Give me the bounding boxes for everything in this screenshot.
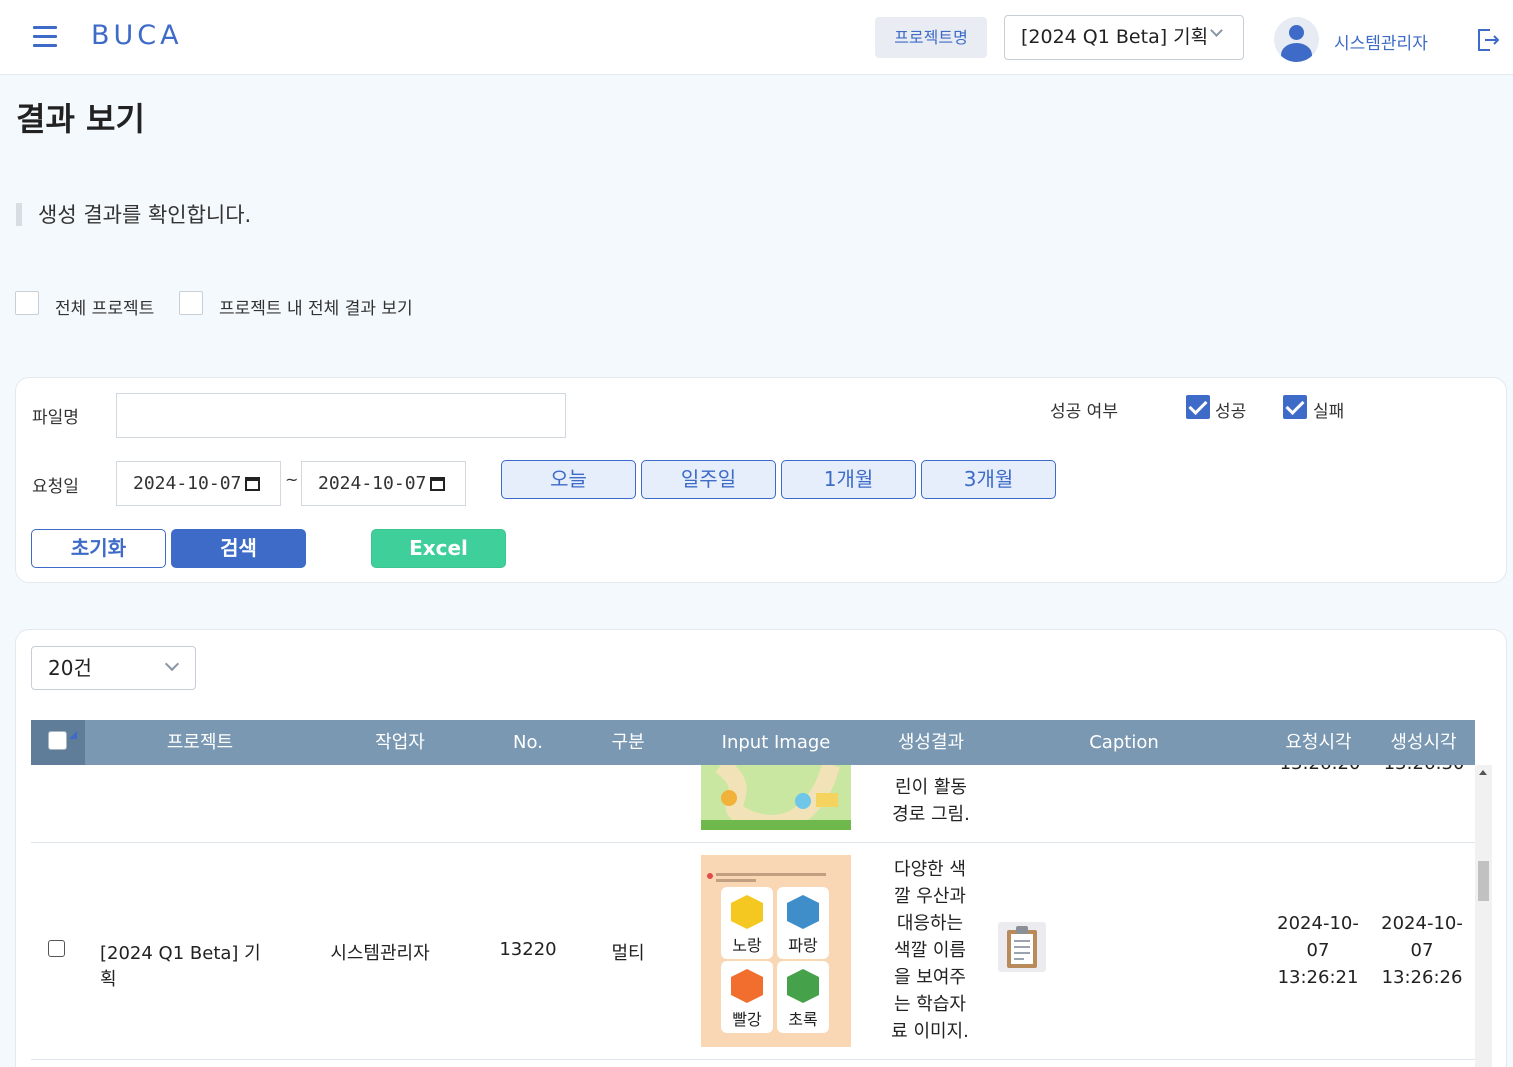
row-worker: 시스템관리자 <box>330 943 430 964</box>
clipboard-icon[interactable] <box>998 922 1046 972</box>
scrollbar-thumb[interactable] <box>1478 861 1489 901</box>
table-header: 프로젝트 작업자 No. 구분 Input Image 생성결과 Caption… <box>31 720 1475 765</box>
generation-result-text: 다양한 색 깔 우산과 대응하는 색깔 이름 을 보여주 는 학습자 료 이미지… <box>891 859 969 1042</box>
row-type: 멀티 <box>611 943 645 964</box>
page-size-value: 20건 <box>48 656 92 680</box>
avatar[interactable] <box>1274 17 1319 62</box>
range-week-button[interactable]: 일주일 <box>641 460 776 499</box>
scroll-up-icon[interactable] <box>1479 770 1487 775</box>
menu-icon[interactable] <box>33 26 57 48</box>
filename-input[interactable] <box>116 393 566 438</box>
row-checkbox[interactable] <box>48 940 65 957</box>
col-project[interactable]: 프로젝트 <box>115 720 285 765</box>
request-time: 2024-10- 07 13:26:21 <box>1277 913 1359 988</box>
all-results-checkbox[interactable] <box>179 291 203 315</box>
image-label-red: 빨강 <box>732 1010 762 1029</box>
table-scrollbar[interactable] <box>1475 765 1492 1067</box>
date-to-value: 2024-10-07 <box>318 473 427 494</box>
col-generation-result[interactable]: 생성결과 <box>876 720 986 765</box>
app-logo: BUCA <box>91 20 183 51</box>
row-project: [2024 Q1 Beta] 기획 <box>100 943 261 990</box>
project-select-value: [2024 Q1 Beta] 기획 <box>1021 26 1209 48</box>
chevron-down-icon <box>1210 24 1223 37</box>
table-body: 린이 활동 경로 그림. 13:26:20 13:26:30 [2024 Q1 … <box>31 765 1475 1067</box>
generated-time: 13:26:30 <box>1379 765 1469 774</box>
range-3months-button[interactable]: 3개월 <box>921 460 1056 499</box>
generated-time: 2024-10- 07 13:26:26 <box>1381 913 1463 988</box>
calendar-icon[interactable] <box>430 477 445 491</box>
request-time: 13:26:20 <box>1275 765 1365 774</box>
col-request-time[interactable]: 요청시각 <box>1271 720 1366 765</box>
col-input-image[interactable]: Input Image <box>701 720 851 765</box>
user-name[interactable]: 시스템관리자 <box>1334 29 1428 54</box>
row-divider <box>31 1059 1475 1060</box>
top-bar: BUCA 프로젝트명 [2024 Q1 Beta] 기획 시스템관리자 <box>0 0 1513 75</box>
search-button[interactable]: 검색 <box>171 529 306 568</box>
select-all-checkbox[interactable] <box>48 731 67 750</box>
project-select[interactable]: [2024 Q1 Beta] 기획 <box>1004 15 1244 60</box>
date-from-value: 2024-10-07 <box>133 473 242 494</box>
success-filter-label: 성공 여부 <box>1050 402 1118 422</box>
description-marker <box>16 203 22 226</box>
range-1month-button[interactable]: 1개월 <box>781 460 916 499</box>
failure-checkbox[interactable] <box>1283 395 1307 419</box>
col-generated-time[interactable]: 생성시각 <box>1376 720 1471 765</box>
range-today-button[interactable]: 오늘 <box>501 460 636 499</box>
success-option-label: 성공 <box>1215 402 1247 422</box>
input-image-thumbnail[interactable] <box>701 765 851 830</box>
image-label-blue: 파랑 <box>788 936 818 955</box>
date-to-input[interactable]: 2024-10-07 <box>301 461 466 506</box>
row-no: 13220 <box>499 939 557 960</box>
project-label: 프로젝트명 <box>875 17 987 58</box>
date-label: 요청일 <box>32 477 79 497</box>
col-no[interactable]: No. <box>488 720 568 765</box>
image-label-green: 초록 <box>788 1010 817 1029</box>
row-divider <box>31 842 1475 843</box>
filename-label: 파일명 <box>32 408 79 428</box>
failure-option-label: 실패 <box>1313 402 1345 422</box>
col-caption[interactable]: Caption <box>1054 720 1194 765</box>
input-image-thumbnail[interactable]: 노랑 파랑 빨강 초록 <box>701 855 851 1047</box>
date-range-separator: ~ <box>285 470 299 489</box>
success-checkbox[interactable] <box>1186 395 1210 419</box>
page-size-select[interactable]: 20건 <box>31 646 196 690</box>
all-projects-label: 전체 프로젝트 <box>55 299 155 319</box>
all-projects-checkbox[interactable] <box>15 291 39 315</box>
header-checkbox-cell <box>31 720 85 765</box>
chevron-down-icon <box>164 656 180 672</box>
calendar-icon[interactable] <box>245 477 260 491</box>
page-description: 생성 결과를 확인합니다. <box>38 203 252 227</box>
date-from-input[interactable]: 2024-10-07 <box>116 461 281 506</box>
logout-icon[interactable] <box>1477 28 1499 52</box>
image-label-yellow: 노랑 <box>732 936 762 955</box>
col-worker[interactable]: 작업자 <box>325 720 475 765</box>
reset-button[interactable]: 초기화 <box>31 529 166 568</box>
col-type[interactable]: 구분 <box>588 720 668 765</box>
generation-result-text: 린이 활동 경로 그림. <box>892 777 970 825</box>
excel-button[interactable]: Excel <box>371 529 506 568</box>
all-results-label: 프로젝트 내 전체 결과 보기 <box>219 299 413 319</box>
page-title: 결과 보기 <box>16 100 145 138</box>
